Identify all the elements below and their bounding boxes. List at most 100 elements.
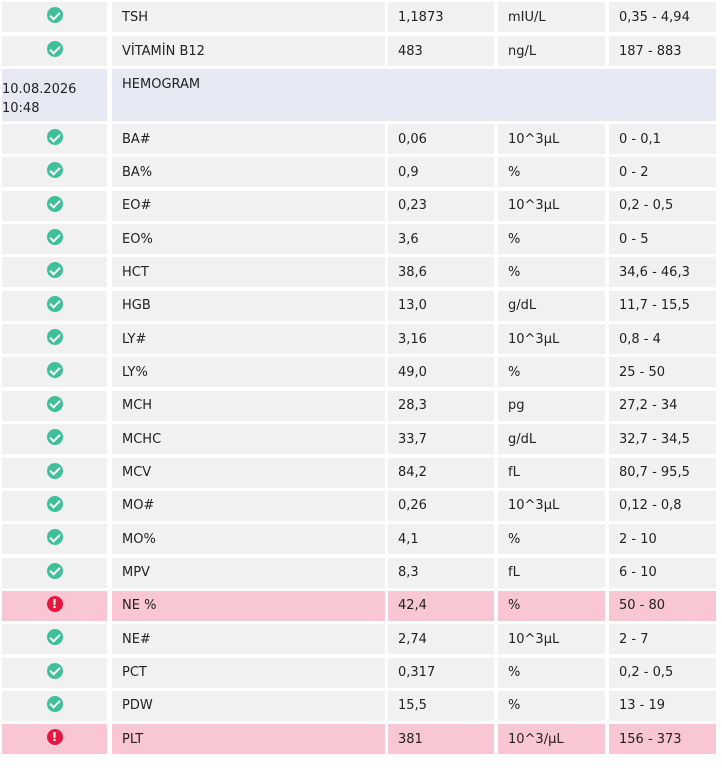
table-row: BA% 0,9% 0 - 2 bbox=[0, 157, 722, 188]
check-circle-icon bbox=[46, 295, 63, 312]
test-name-cell: MCV bbox=[112, 457, 385, 488]
test-unit: pg bbox=[508, 398, 525, 414]
check-circle-icon bbox=[46, 662, 63, 679]
test-name-cell: BA# bbox=[112, 124, 385, 154]
test-value-cell: 84,2 bbox=[388, 457, 494, 488]
reference-range-cell: 32,7 - 34,5 bbox=[609, 424, 716, 455]
test-unit-cell: ng/L bbox=[498, 36, 605, 66]
test-name-cell: LY% bbox=[112, 357, 385, 388]
reference-range: 6 - 10 bbox=[619, 565, 657, 581]
check-circle-icon bbox=[46, 629, 63, 646]
test-unit-cell: 10^3µL bbox=[498, 124, 605, 154]
test-name-cell: HCT bbox=[112, 257, 385, 288]
reference-range-cell: 0 - 5 bbox=[609, 224, 716, 255]
test-name-cell: VİTAMİN B12 bbox=[112, 36, 385, 66]
test-value-cell: 28,3 bbox=[388, 390, 494, 421]
test-unit: % bbox=[508, 598, 521, 614]
status-cell: ! bbox=[2, 724, 107, 755]
test-value-cell: 0,23 bbox=[388, 190, 494, 221]
status-cell bbox=[2, 157, 107, 188]
status-cell bbox=[2, 324, 107, 355]
test-value: 49,0 bbox=[398, 364, 427, 380]
test-unit: 10^3µL bbox=[508, 331, 560, 347]
test-name: HGB bbox=[122, 298, 151, 314]
group-date: 10.08.2026 bbox=[2, 82, 77, 97]
table-row: MCV 84,2 fL 80,7 - 95,5 bbox=[0, 457, 722, 488]
lab-results-table: 10.08.2026 10:48 HEMOGRAM TSH 1,1873 mIU/L… bbox=[0, 0, 722, 768]
reference-range-cell: 80,7 - 95,5 bbox=[609, 457, 716, 488]
test-unit: % bbox=[508, 698, 521, 714]
test-name-cell: PCT bbox=[112, 657, 385, 688]
test-unit-cell: % bbox=[498, 257, 605, 288]
test-name: TSH bbox=[122, 9, 148, 25]
reference-range: 0,2 - 0,5 bbox=[619, 665, 674, 681]
table-row: VİTAMİN B12 483 ng/L 187 - 883 bbox=[0, 36, 722, 66]
test-value-cell: 49,0 bbox=[388, 357, 494, 388]
test-name: NE# bbox=[122, 631, 151, 647]
test-unit-cell: % bbox=[498, 657, 605, 688]
reference-range: 2 - 7 bbox=[619, 631, 649, 647]
group-name-cell: HEMOGRAM bbox=[112, 69, 716, 121]
status-cell bbox=[2, 2, 107, 32]
reference-range-cell: 34,6 - 46,3 bbox=[609, 257, 716, 288]
test-unit: % bbox=[508, 231, 521, 247]
test-name-cell: PLT bbox=[112, 724, 385, 755]
test-unit-cell: % bbox=[498, 357, 605, 388]
test-value: 0,23 bbox=[398, 198, 427, 214]
test-name-cell: MO# bbox=[112, 490, 385, 521]
table-row: BA# 0,06 10^3µL 0 - 0,1 bbox=[0, 124, 722, 154]
test-value-cell: 483 bbox=[388, 36, 494, 66]
group-time: 10:48 bbox=[2, 101, 40, 116]
test-name-cell: BA% bbox=[112, 157, 385, 188]
test-value-cell: 3,6 bbox=[388, 224, 494, 255]
table-row: LY% 49,0% 25 - 50 bbox=[0, 357, 722, 388]
test-unit: ng/L bbox=[508, 43, 537, 59]
test-name-cell: PDW bbox=[112, 690, 385, 721]
test-name-cell: EO# bbox=[112, 190, 385, 221]
test-value: 38,6 bbox=[398, 264, 427, 280]
table-row: HCT 38,6% 34,6 - 46,3 bbox=[0, 257, 722, 288]
check-circle-icon bbox=[46, 562, 63, 579]
status-cell bbox=[2, 490, 107, 521]
test-unit: 10^3µL bbox=[508, 131, 560, 147]
test-value: 13,0 bbox=[398, 298, 427, 314]
reference-range-cell: 11,7 - 15,5 bbox=[609, 290, 716, 321]
reference-range: 2 - 10 bbox=[619, 531, 657, 547]
table-row: MCHC 33,7 g/dL 32,7 - 34,5 bbox=[0, 424, 722, 455]
test-name-cell: NE % bbox=[112, 590, 385, 621]
table-row: LY# 3,16 10^3µL 0,8 - 4 bbox=[0, 324, 722, 355]
status-cell bbox=[2, 357, 107, 388]
reference-range: 13 - 19 bbox=[619, 698, 666, 714]
test-unit-cell: mIU/L bbox=[498, 2, 605, 32]
test-value: 3,6 bbox=[398, 231, 419, 247]
exclamation-circle-icon: ! bbox=[46, 729, 63, 746]
reference-range-cell: 25 - 50 bbox=[609, 357, 716, 388]
test-name: PLT bbox=[122, 731, 144, 747]
test-name-cell: MCH bbox=[112, 390, 385, 421]
reference-range: 25 - 50 bbox=[619, 364, 666, 380]
check-circle-icon bbox=[46, 429, 63, 446]
check-circle-icon bbox=[46, 362, 63, 379]
check-circle-icon bbox=[46, 329, 63, 346]
test-name-cell: MO% bbox=[112, 524, 385, 555]
reference-range-cell: 2 - 7 bbox=[609, 624, 716, 655]
reference-range: 27,2 - 34 bbox=[619, 398, 678, 414]
status-cell bbox=[2, 224, 107, 255]
reference-range: 0 - 0,1 bbox=[619, 131, 661, 147]
test-value-cell: 38,6 bbox=[388, 257, 494, 288]
table-row: NE# 2,74 10^3µL 2 - 7 bbox=[0, 624, 722, 655]
test-name-cell: HGB bbox=[112, 290, 385, 321]
test-value: 33,7 bbox=[398, 431, 427, 447]
test-unit-cell: 10^3µL bbox=[498, 624, 605, 655]
test-value-cell: 1,1873 bbox=[388, 2, 494, 32]
test-unit-cell: pg bbox=[498, 390, 605, 421]
test-value: 381 bbox=[398, 731, 423, 747]
status-cell bbox=[2, 690, 107, 721]
reference-range-cell: 0,2 - 0,5 bbox=[609, 657, 716, 688]
test-unit-cell: 10^3µL bbox=[498, 190, 605, 221]
test-value: 0,317 bbox=[398, 665, 436, 681]
test-name: VİTAMİN B12 bbox=[122, 43, 205, 59]
test-unit: 10^3/µL bbox=[508, 731, 564, 747]
test-unit-cell: % bbox=[498, 157, 605, 188]
test-value: 2,74 bbox=[398, 631, 427, 647]
